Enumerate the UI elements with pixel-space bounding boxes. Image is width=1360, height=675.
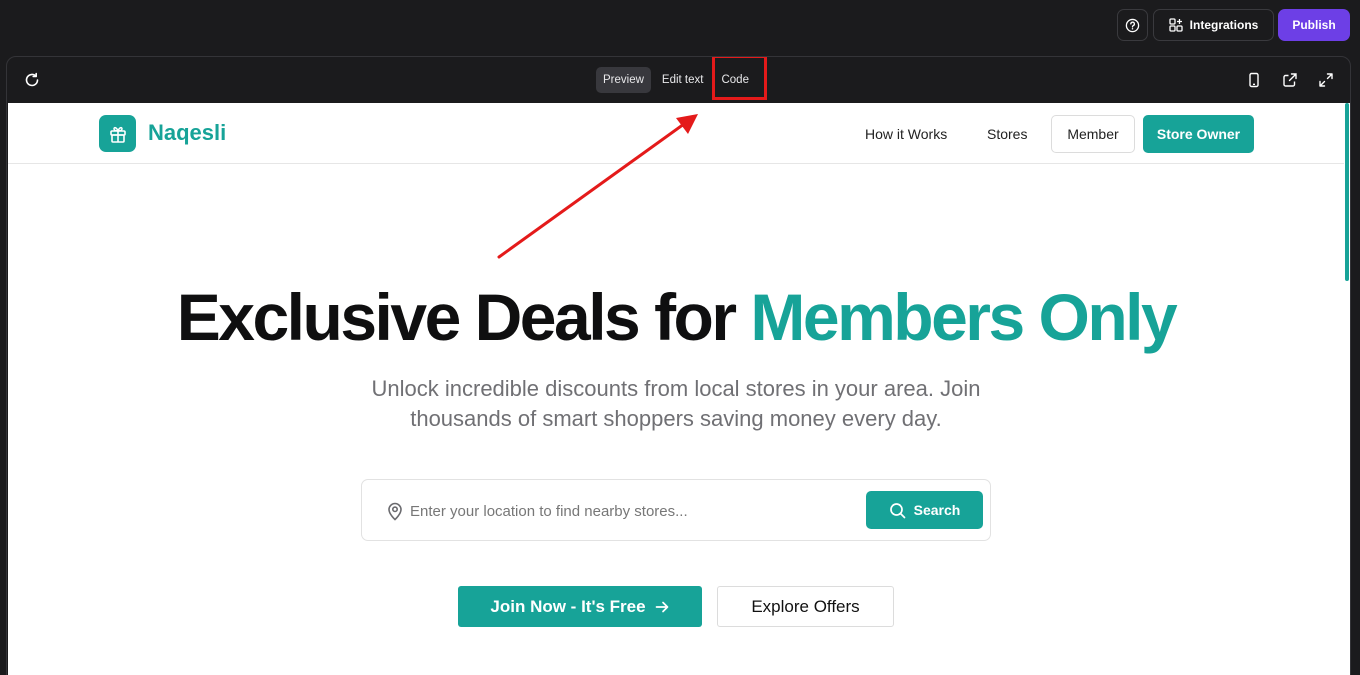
nav-stores[interactable]: Stores (987, 126, 1027, 142)
search-button-label: Search (913, 502, 961, 518)
integrations-button[interactable]: Integrations (1153, 9, 1274, 41)
site-navbar: Naqesli How it Works Stores Member Store… (8, 103, 1344, 164)
mobile-icon[interactable] (1246, 72, 1262, 88)
logo-badge[interactable] (99, 115, 136, 152)
join-now-button[interactable]: Join Now - It's Free (458, 586, 702, 627)
tab-preview[interactable]: Preview (596, 67, 651, 93)
hero-title-main: Exclusive Deals for (176, 280, 751, 354)
nav-how-it-works[interactable]: How it Works (865, 126, 947, 142)
arrow-right-icon (655, 601, 668, 612)
preview-toolbar: Preview Edit text Code (7, 57, 1350, 103)
explore-offers-button[interactable]: Explore Offers (717, 586, 894, 627)
search-button[interactable]: Search (866, 491, 983, 529)
preview-frame: Preview Edit text Code Naqesli How it Wo… (6, 56, 1351, 675)
store-owner-button[interactable]: Store Owner (1143, 115, 1254, 153)
app-topbar: Integrations Publish (0, 0, 1360, 50)
hero-subtitle-line1: Unlock incredible discounts from local s… (371, 376, 981, 401)
integrations-label: Integrations (1189, 18, 1259, 32)
gift-icon (109, 126, 126, 143)
integrations-icon (1169, 18, 1183, 32)
scrollbar-thumb[interactable] (1345, 103, 1349, 281)
hero-title-accent: Members Only (750, 280, 1177, 354)
fullscreen-icon[interactable] (1318, 72, 1334, 88)
hero-subtitle: Unlock incredible discounts from local s… (276, 374, 1076, 434)
map-pin-icon (388, 502, 402, 521)
help-button[interactable] (1117, 9, 1148, 41)
site-viewport: Naqesli How it Works Stores Member Store… (8, 103, 1344, 675)
help-icon (1125, 18, 1140, 32)
refresh-icon[interactable] (23, 71, 41, 89)
site-logo-text[interactable]: Naqesli (148, 120, 226, 146)
code-tab-highlight-box (712, 57, 767, 100)
publish-button[interactable]: Publish (1278, 9, 1350, 41)
hero-subtitle-line2: thousands of smart shoppers saving money… (410, 406, 942, 431)
join-now-label: Join Now - It's Free (490, 596, 646, 616)
tab-edit-text[interactable]: Edit text (655, 67, 711, 93)
hero-title: Exclusive Deals for Members Only (8, 279, 1344, 355)
site-scrollbar[interactable] (1344, 103, 1350, 675)
location-search-input[interactable] (410, 498, 850, 524)
external-link-icon[interactable] (1282, 72, 1298, 88)
member-button[interactable]: Member (1051, 115, 1135, 153)
location-search-box: Search (361, 479, 991, 541)
search-icon (889, 502, 905, 518)
